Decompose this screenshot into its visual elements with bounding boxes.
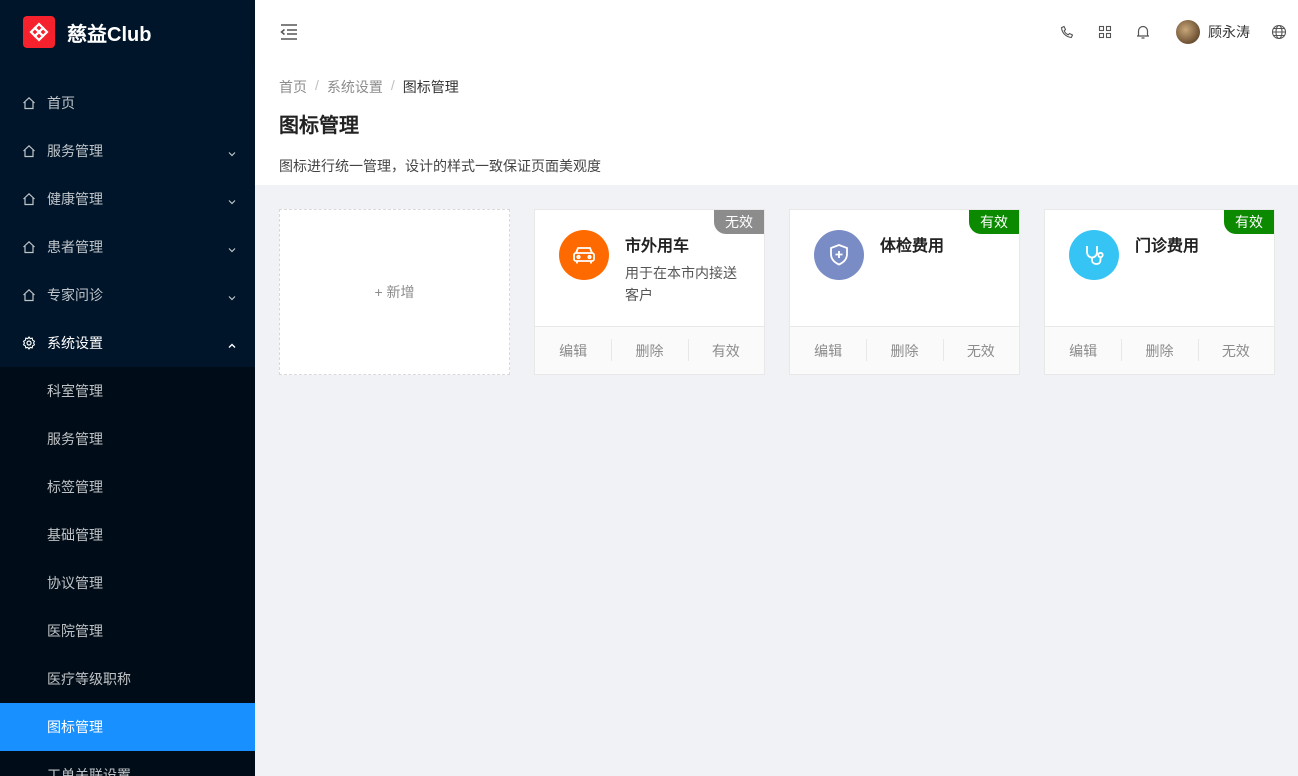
home-icon bbox=[22, 288, 36, 302]
sidebar-item-label: 健康管理 bbox=[47, 191, 103, 207]
top-header: 顾永涛 bbox=[255, 0, 1298, 64]
chevron-up-icon bbox=[227, 338, 237, 354]
sidebar-item-label: 首页 bbox=[47, 95, 75, 111]
home-icon bbox=[22, 96, 36, 110]
phone-icon[interactable] bbox=[1048, 0, 1086, 64]
car-icon bbox=[559, 230, 609, 280]
breadcrumb-settings[interactable]: 系统设置 bbox=[327, 77, 383, 97]
card-title: 体检费用 bbox=[880, 238, 945, 255]
delete-button[interactable]: 删除 bbox=[1121, 338, 1197, 361]
edit-button[interactable]: 编辑 bbox=[790, 341, 866, 361]
sidebar-item-patients[interactable]: 患者管理 bbox=[0, 223, 255, 271]
sidebar-subitem-services[interactable]: 服务管理 bbox=[0, 415, 255, 463]
page-title: 图标管理 bbox=[279, 115, 359, 137]
status-badge: 无效 bbox=[714, 210, 764, 234]
sidebar-item-service[interactable]: 服务管理 bbox=[0, 127, 255, 175]
card-description: 用于在本市内接送客户 bbox=[625, 265, 737, 303]
sidebar: 慈益Club 首页 服务管理 健康管理 患者管理 专家问诊 系统设置 科室管理 … bbox=[0, 0, 255, 776]
brand-name: 慈益Club bbox=[67, 23, 152, 46]
icon-card: 有效 体检费用 编辑 删除 无效 bbox=[789, 209, 1020, 375]
card-actions: 编辑 删除 无效 bbox=[1045, 326, 1274, 374]
toggle-status-button[interactable]: 无效 bbox=[1197, 338, 1274, 361]
status-badge: 有效 bbox=[1224, 210, 1274, 234]
breadcrumb-current: 图标管理 bbox=[402, 79, 459, 95]
globe-icon[interactable] bbox=[1260, 0, 1298, 64]
logo-icon bbox=[23, 16, 55, 48]
user-name: 顾永涛 bbox=[1208, 24, 1250, 40]
sidebar-item-label: 服务管理 bbox=[47, 143, 103, 159]
edit-button[interactable]: 编辑 bbox=[1045, 341, 1121, 361]
sidebar-subitem-hospitals[interactable]: 医院管理 bbox=[0, 607, 255, 655]
sidebar-item-label: 专家问诊 bbox=[47, 287, 103, 303]
user-menu[interactable]: 顾永涛 bbox=[1162, 0, 1260, 64]
chevron-down-icon bbox=[227, 290, 237, 306]
chevron-down-icon bbox=[227, 194, 237, 210]
home-icon bbox=[22, 192, 36, 206]
sidebar-subitem-workorder[interactable]: 工单关联设置 bbox=[0, 751, 255, 776]
sidebar-subitem-basics[interactable]: 基础管理 bbox=[0, 511, 255, 559]
status-badge: 有效 bbox=[969, 210, 1019, 234]
avatar bbox=[1176, 20, 1200, 44]
sidebar-item-label: 患者管理 bbox=[47, 239, 103, 255]
card-title: 门诊费用 bbox=[1135, 238, 1200, 255]
card-title: 市外用车 bbox=[625, 238, 690, 255]
chevron-down-icon bbox=[227, 146, 237, 162]
icon-card: 有效 门诊费用 编辑 删除 无效 bbox=[1044, 209, 1275, 375]
sidebar-subitem-tags[interactable]: 标签管理 bbox=[0, 463, 255, 511]
apps-icon[interactable] bbox=[1086, 0, 1124, 64]
add-card-button[interactable]: + 新增 bbox=[279, 209, 510, 375]
sidebar-item-health[interactable]: 健康管理 bbox=[0, 175, 255, 223]
sidebar-item-consult[interactable]: 专家问诊 bbox=[0, 271, 255, 319]
page-description: 图标进行统一管理，设计的样式一致保证页面美观度 bbox=[279, 158, 601, 174]
delete-button[interactable]: 删除 bbox=[866, 338, 942, 361]
delete-button[interactable]: 删除 bbox=[611, 338, 687, 361]
shield-plus-icon bbox=[814, 230, 864, 280]
toggle-status-button[interactable]: 无效 bbox=[942, 338, 1019, 361]
sidebar-item-settings[interactable]: 系统设置 bbox=[0, 319, 255, 367]
breadcrumb-separator: / bbox=[315, 77, 319, 93]
breadcrumb-separator: / bbox=[390, 77, 395, 93]
stethoscope-icon bbox=[1069, 230, 1119, 280]
sidebar-subitem-departments[interactable]: 科室管理 bbox=[0, 367, 255, 415]
menu-fold-icon[interactable] bbox=[279, 22, 299, 45]
breadcrumb-home[interactable]: 首页 bbox=[279, 77, 307, 97]
gear-icon bbox=[22, 336, 36, 350]
sidebar-item-label: 系统设置 bbox=[47, 335, 103, 351]
edit-button[interactable]: 编辑 bbox=[535, 341, 611, 361]
sidebar-subitem-icons[interactable]: 图标管理 bbox=[0, 703, 255, 751]
settings-submenu: 科室管理 服务管理 标签管理 基础管理 协议管理 医院管理 医疗等级职称 图标管… bbox=[0, 367, 255, 776]
breadcrumb: 首页 / 系统设置 / 图标管理 bbox=[279, 77, 1274, 97]
toggle-status-button[interactable]: 有效 bbox=[687, 338, 764, 361]
card-actions: 编辑 删除 有效 bbox=[535, 326, 764, 374]
page-header: 首页 / 系统设置 / 图标管理 图标管理 图标进行统一管理，设计的样式一致保证… bbox=[255, 64, 1298, 185]
header-actions: 顾永涛 bbox=[1048, 0, 1298, 64]
sidebar-menu: 首页 服务管理 健康管理 患者管理 专家问诊 系统设置 科室管理 服务管理 标签… bbox=[0, 79, 255, 776]
home-icon bbox=[22, 240, 36, 254]
chevron-down-icon bbox=[227, 242, 237, 258]
icon-card: 无效 市外用车 用于在本市内接送客户 编辑 删除 有效 bbox=[534, 209, 765, 375]
sidebar-subitem-agreements[interactable]: 协议管理 bbox=[0, 559, 255, 607]
home-icon bbox=[22, 144, 36, 158]
sidebar-subitem-titles[interactable]: 医疗等级职称 bbox=[0, 655, 255, 703]
logo[interactable]: 慈益Club bbox=[0, 0, 255, 64]
bell-icon[interactable] bbox=[1124, 0, 1162, 64]
card-actions: 编辑 删除 无效 bbox=[790, 326, 1019, 374]
sidebar-item-home[interactable]: 首页 bbox=[0, 79, 255, 127]
